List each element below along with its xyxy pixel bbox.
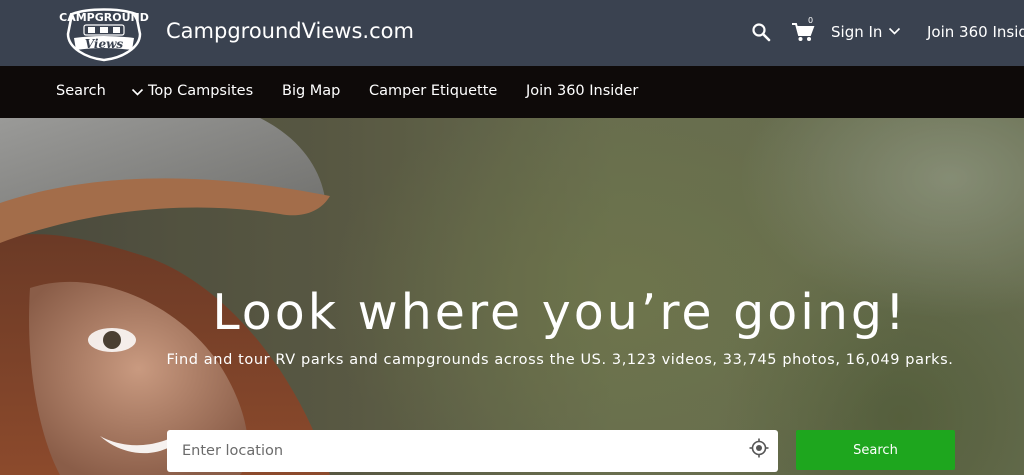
campground-views-logo[interactable]: CAMPGROUND Views <box>58 4 150 62</box>
logo-text-bottom: Views <box>85 37 124 51</box>
join-insider-link[interactable]: Join 360 Insider <box>927 23 1024 41</box>
search-button[interactable]: Search <box>796 430 955 470</box>
chevron-down-icon[interactable] <box>131 88 144 97</box>
hero-section: Look where you’re going! Find and tour R… <box>0 118 1024 475</box>
nav-big-map[interactable]: Big Map <box>282 83 340 99</box>
locate-me-icon[interactable] <box>749 438 769 458</box>
top-header: CAMPGROUND Views CampgroundViews.com 0 S… <box>0 0 1024 66</box>
nav-search[interactable]: Search <box>56 83 106 99</box>
hero-subheadline: Find and tour RV parks and campgrounds a… <box>166 352 954 368</box>
site-name[interactable]: CampgroundViews.com <box>166 19 414 43</box>
nav-camper-etiquette[interactable]: Camper Etiquette <box>369 83 497 99</box>
nav-top-campsites[interactable]: Top Campsites <box>148 83 253 99</box>
hero-headline: Look where you’re going! <box>212 284 908 341</box>
cart-count-badge: 0 <box>808 16 814 25</box>
sign-in-link[interactable]: Sign In <box>831 23 882 41</box>
main-nav: Search Top Campsites Big Map Camper Etiq… <box>0 66 1024 118</box>
location-input[interactable] <box>167 430 778 472</box>
logo-text-top: CAMPGROUND <box>59 11 149 24</box>
nav-join-insider[interactable]: Join 360 Insider <box>526 83 638 99</box>
search-icon[interactable] <box>751 22 771 42</box>
chevron-down-icon[interactable] <box>888 27 901 36</box>
